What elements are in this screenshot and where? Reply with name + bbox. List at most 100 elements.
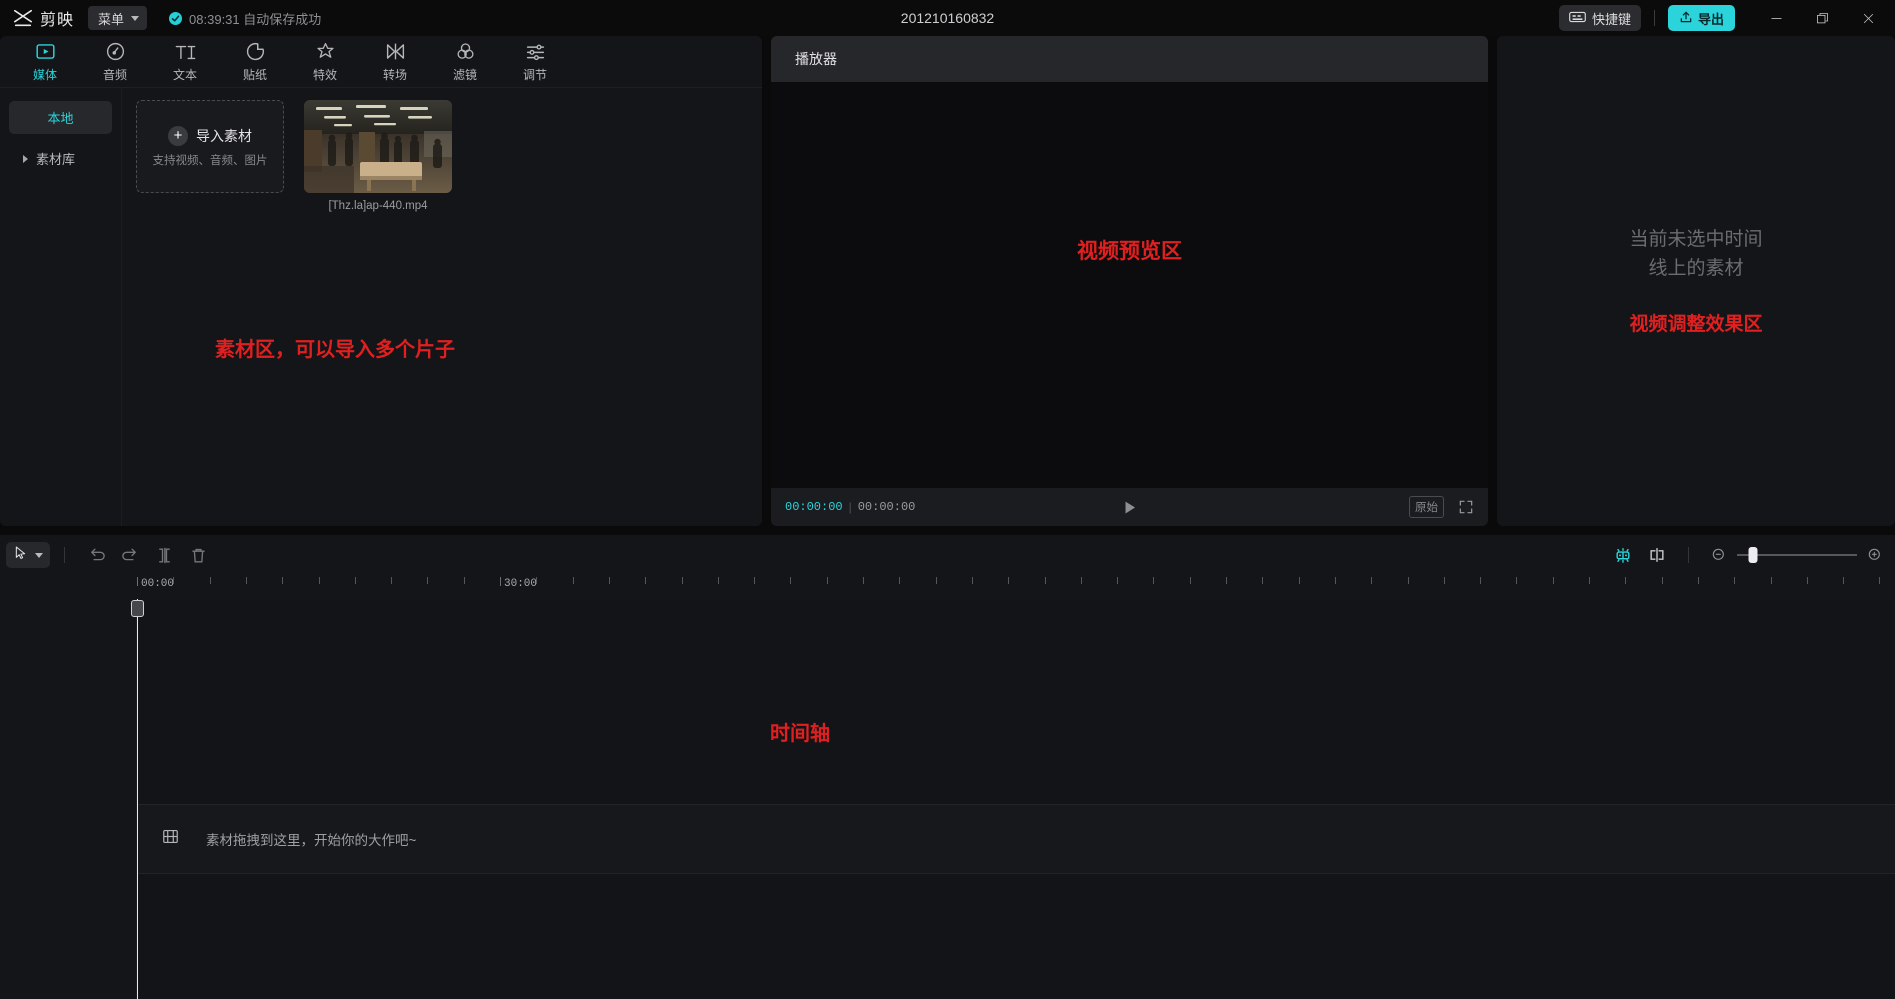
- media-list: + 导入素材 支持视频、音频、图片 [Thz.la]ap-440.mp4 素材区…: [122, 88, 762, 526]
- tab-text[interactable]: 文本: [150, 38, 220, 86]
- maximize-restore-button[interactable]: [1799, 0, 1845, 36]
- timeline-drop-hint: 素材拖拽到这里，开始你的大作吧~: [206, 833, 417, 848]
- play-icon[interactable]: [1120, 498, 1139, 517]
- timeline-canvas[interactable]: 时间轴 素材拖拽到这里，开始你的大作吧~: [0, 599, 1895, 999]
- tab-effects[interactable]: 特效: [290, 38, 360, 86]
- split-clip-button[interactable]: [147, 541, 181, 569]
- ruler-tick-label: 30:00: [504, 578, 538, 590]
- ruler-tick-minor: [173, 577, 175, 584]
- ruler-tick-minor: [1589, 577, 1590, 584]
- ruler-tick-minor: [1080, 577, 1082, 584]
- ruler-tick-minor: [790, 577, 792, 584]
- zoom-in-icon[interactable]: [1867, 547, 1883, 563]
- empty-state-line-2: 线上的素材: [1648, 257, 1744, 279]
- ruler-tick-minor: [1334, 577, 1336, 584]
- tab-sticker-label: 贴纸: [242, 67, 267, 82]
- ruler-tick-minor: [1443, 577, 1445, 584]
- media-thumbnail[interactable]: [304, 100, 452, 193]
- player-total-time: 00:00:00: [857, 500, 916, 514]
- playhead[interactable]: [131, 599, 144, 999]
- thumbnail-image: [304, 100, 452, 193]
- ruler-tick-minor: [1661, 577, 1663, 584]
- chevron-down-icon: [131, 15, 140, 21]
- timeline-toolbar-right: [1606, 541, 1883, 569]
- ruler-tick-minor: [209, 577, 211, 584]
- delete-button[interactable]: [181, 541, 215, 569]
- close-button[interactable]: [1845, 0, 1891, 36]
- redo-button[interactable]: [113, 541, 147, 569]
- import-material-button[interactable]: + 导入素材 支持视频、音频、图片: [136, 100, 284, 193]
- menu-button-label: 菜单: [98, 11, 125, 27]
- media-item[interactable]: [Thz.la]ap-440.mp4: [304, 100, 452, 212]
- library-nav: 本地 素材库: [0, 88, 122, 526]
- ruler-tick-minor: [1516, 577, 1518, 584]
- playhead-handle[interactable]: [131, 600, 144, 617]
- player-time-separator: |: [848, 500, 852, 514]
- ruler-tick-minor: [1298, 577, 1300, 584]
- tab-media[interactable]: 媒体: [10, 38, 80, 86]
- ruler-tick-minor: [1371, 577, 1373, 584]
- timeline-drop-track[interactable]: 素材拖拽到这里，开始你的大作吧~: [137, 804, 1895, 874]
- text-ti-icon: [174, 41, 197, 63]
- title-bar-right-controls: 快捷键 导出: [1558, 0, 1895, 36]
- ruler-tick-minor: [681, 577, 683, 584]
- menu-button[interactable]: 菜单: [88, 6, 148, 30]
- player-right-controls: 原始: [1409, 496, 1474, 518]
- zoom-slider-track[interactable]: [1737, 547, 1857, 563]
- timeline-ruler[interactable]: 00:00 30:00: [0, 575, 1895, 599]
- sidebar-item-local[interactable]: 本地: [9, 101, 112, 134]
- ruler-tick-minor: [245, 577, 247, 584]
- ruler-tick-minor: [1226, 577, 1227, 584]
- player-header: 播放器: [771, 36, 1488, 82]
- tab-filter[interactable]: 滤镜: [430, 38, 500, 86]
- ratio-button[interactable]: 原始: [1409, 496, 1444, 518]
- ruler-tick-minor: [427, 577, 429, 584]
- tab-transition[interactable]: 转场: [360, 38, 430, 86]
- cursor-tool-button[interactable]: [6, 542, 50, 568]
- media-panel-body: 本地 素材库 + 导入素材 支持视频、音频、图片 [Thz.la]ap-440.…: [0, 88, 762, 526]
- ruler-tick-minor: [717, 577, 719, 584]
- media-row: + 导入素材 支持视频、音频、图片 [Thz.la]ap-440.mp4: [136, 100, 762, 212]
- ruler-tick-minor: [971, 577, 973, 584]
- ruler-tick-minor: [826, 577, 828, 584]
- mirror-split-button[interactable]: [1640, 541, 1674, 569]
- titlebar-divider: [1653, 10, 1655, 26]
- player-current-time: 00:00:00: [785, 500, 843, 514]
- ruler-tick-minor: [282, 577, 284, 584]
- media-panel: 媒体 音频 文本 贴纸 特效 转场 滤镜 调节 本地 素材库 + 导入素材 支持…: [0, 36, 762, 526]
- fullscreen-icon[interactable]: [1458, 499, 1474, 515]
- timeline-zoom-slider[interactable]: [1711, 547, 1883, 563]
- undo-button[interactable]: [79, 541, 113, 569]
- empty-state-line-1: 当前未选中时间: [1629, 229, 1763, 250]
- tab-audio[interactable]: 音频: [80, 38, 150, 86]
- sidebar-item-material-library[interactable]: 素材库: [9, 142, 112, 175]
- tab-sticker[interactable]: 贴纸: [220, 38, 290, 86]
- ruler-tick-minor: [645, 577, 647, 584]
- ruler-tick-minor: [1625, 577, 1627, 584]
- plus-icon: +: [168, 125, 188, 146]
- tab-adjust[interactable]: 调节: [500, 38, 570, 86]
- player-stage[interactable]: 视频预览区: [771, 82, 1488, 488]
- shortcuts-button[interactable]: 快捷键: [1558, 5, 1641, 31]
- ruler-tick-minor: [1407, 577, 1409, 584]
- caret-right-icon: [23, 154, 28, 163]
- player-controls: 00:00:00 | 00:00:00 原始: [771, 488, 1488, 526]
- timeline-ruler-track[interactable]: 00:00 30:00: [137, 575, 1895, 599]
- ruler-tick-minor: [1552, 577, 1554, 584]
- zoom-out-icon[interactable]: [1711, 547, 1727, 563]
- zoom-slider-knob[interactable]: [1748, 547, 1758, 563]
- media-play-box-icon: [35, 41, 56, 63]
- autosave-text: 08:39:31 自动保存成功: [189, 11, 322, 27]
- minimize-button[interactable]: [1753, 0, 1799, 36]
- attribute-panel-empty-state: 当前未选中时间 线上的素材: [1581, 226, 1811, 283]
- media-item-name: [Thz.la]ap-440.mp4: [328, 200, 428, 212]
- tab-adjust-label: 调节: [522, 67, 547, 82]
- media-area-annotation: 素材区，可以导入多个片子: [215, 339, 455, 361]
- timeline-left-rail: [0, 599, 137, 999]
- snap-magnet-button[interactable]: [1606, 541, 1640, 569]
- ruler-tick-minor: [1879, 577, 1881, 584]
- timeline-annotation: 时间轴: [770, 723, 830, 745]
- ruler-tick-minor: [354, 577, 356, 584]
- panel-tab-bar: 媒体 音频 文本 贴纸 特效 转场 滤镜 调节: [0, 36, 762, 88]
- export-button[interactable]: 导出: [1667, 5, 1735, 31]
